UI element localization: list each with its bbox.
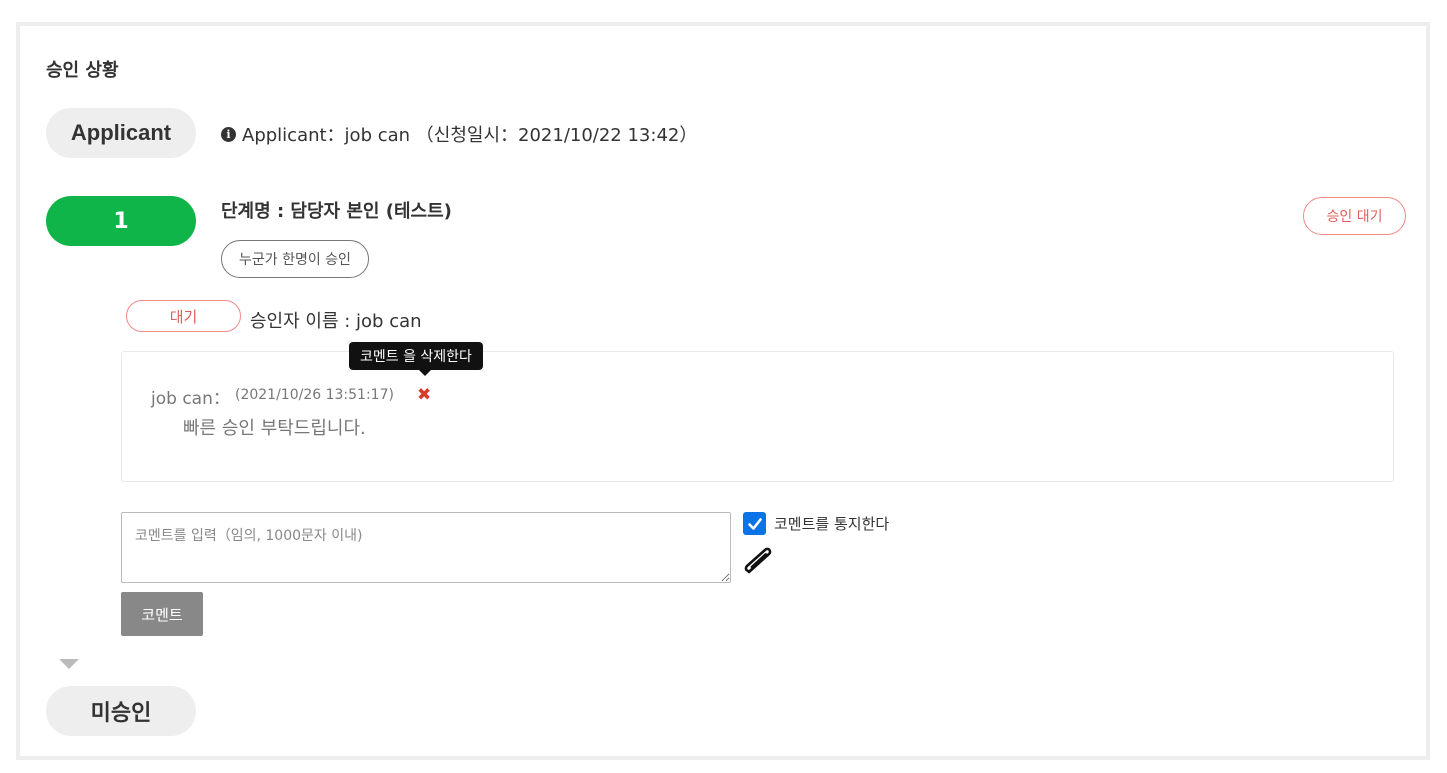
comment-text: 빠른 승인 부탁드립니다. <box>183 418 366 439</box>
applicant-pill: Applicant <box>46 108 196 158</box>
paperclip-icon[interactable] <box>741 546 777 576</box>
comment-input[interactable] <box>121 512 731 583</box>
info-circle-icon: i <box>221 126 236 142</box>
comment-timestamp: (2021/10/26 13:51:17) <box>235 387 394 403</box>
section-title: 승인 상황 <box>46 60 119 81</box>
applicant-info-text: Applicant：job can （신청일시：2021/10/22 13:42… <box>242 125 698 146</box>
approver-name: 승인자 이름 : job can <box>250 311 422 332</box>
step-status-badge: 승인 대기 <box>1303 197 1406 235</box>
delete-comment-tooltip: 코멘트 을 삭제한다 <box>349 342 483 376</box>
approver-status-badge: 대기 <box>126 300 241 332</box>
delete-comment-icon[interactable]: ✖ <box>417 385 431 405</box>
arrow-down-icon <box>59 659 79 669</box>
step-name: 단계명 : 담당자 본인 (테스트) <box>221 201 452 222</box>
notify-checkbox[interactable] <box>743 512 766 535</box>
applicant-info: i Applicant：job can （신청일시：2021/10/22 13:… <box>221 121 697 147</box>
comment-author: job can： <box>151 389 230 409</box>
notify-label[interactable]: 코멘트를 통지한다 <box>774 513 889 534</box>
unapproved-step-pill: 미승인 <box>46 686 196 736</box>
approval-type-badge: 누군가 한명이 승인 <box>221 240 369 278</box>
step-number-pill: 1 <box>46 196 196 246</box>
submit-comment-button[interactable]: 코멘트 <box>121 592 203 636</box>
checkmark-icon <box>747 517 762 530</box>
